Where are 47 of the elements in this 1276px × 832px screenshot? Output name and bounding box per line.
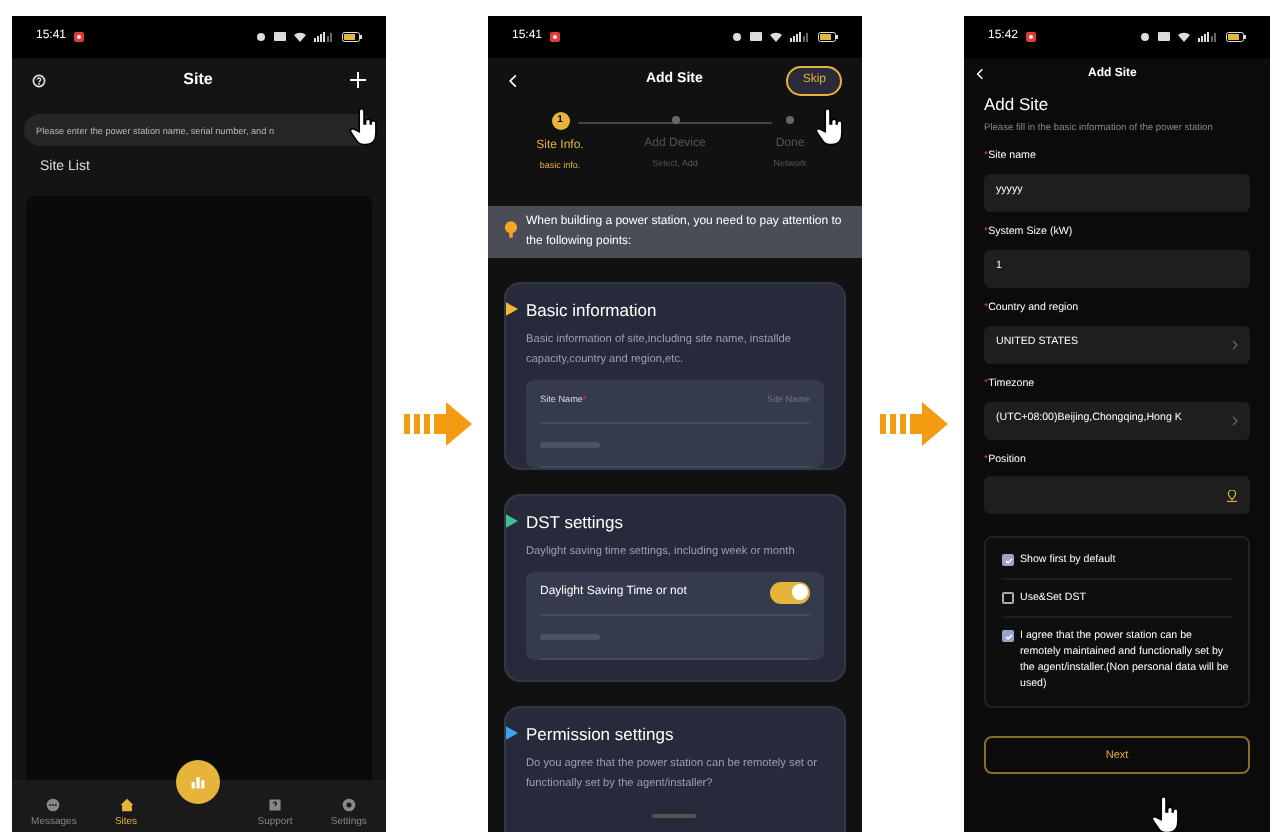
chevron-right-icon: [1232, 339, 1238, 350]
battery-icon: [342, 32, 362, 42]
location-field[interactable]: [984, 476, 1250, 515]
record-icon: [74, 32, 85, 42]
message-icon: [750, 32, 762, 42]
gear-icon: [341, 797, 356, 811]
record-icon: [1026, 32, 1037, 42]
wifi-icon: [770, 32, 782, 42]
signal-icon: [314, 32, 334, 42]
card-title: DST settings: [526, 510, 626, 536]
checkbox[interactable]: [1002, 554, 1014, 567]
wifi-icon: [294, 32, 306, 42]
checkbox[interactable]: [1002, 592, 1014, 605]
page-indicator: [652, 814, 696, 818]
card-title: Basic information: [526, 298, 659, 324]
house-icon: [119, 797, 133, 811]
add-icon[interactable]: [349, 72, 366, 88]
chat-bubble-icon: [46, 797, 61, 811]
checkbox[interactable]: [1002, 630, 1014, 643]
back-icon[interactable]: [976, 68, 984, 80]
right-arrow-icon: [403, 402, 471, 446]
page-title: Site: [183, 68, 213, 92]
bar-chart-icon: [190, 774, 206, 790]
right-arrow-icon: [879, 402, 947, 446]
wifi-icon: [1178, 32, 1190, 42]
stats-button[interactable]: [176, 760, 220, 804]
battery-icon: [818, 32, 838, 42]
message-icon: [274, 32, 286, 42]
hand-cursor-icon: [814, 108, 846, 146]
toggle-switch[interactable]: [770, 581, 810, 604]
alarm-icon: [1140, 32, 1150, 42]
chevron-right-icon: [1232, 415, 1238, 425]
signal-icon: [790, 32, 810, 42]
help-icon[interactable]: [32, 73, 46, 87]
hand-cursor-icon: [348, 108, 380, 146]
location-pin-icon[interactable]: [1226, 489, 1238, 502]
back-icon[interactable]: [508, 73, 518, 87]
battery-icon: [1226, 32, 1246, 42]
message-icon: [1158, 32, 1170, 42]
alarm-icon: [732, 32, 742, 42]
card-title: Permission settings: [526, 722, 676, 748]
question-icon: [268, 797, 282, 811]
alarm-icon: [256, 32, 266, 42]
record-icon: [550, 32, 561, 42]
signal-icon: [1198, 32, 1218, 42]
form-heading: Add Site: [984, 92, 1051, 118]
lightbulb-icon: [504, 220, 518, 238]
